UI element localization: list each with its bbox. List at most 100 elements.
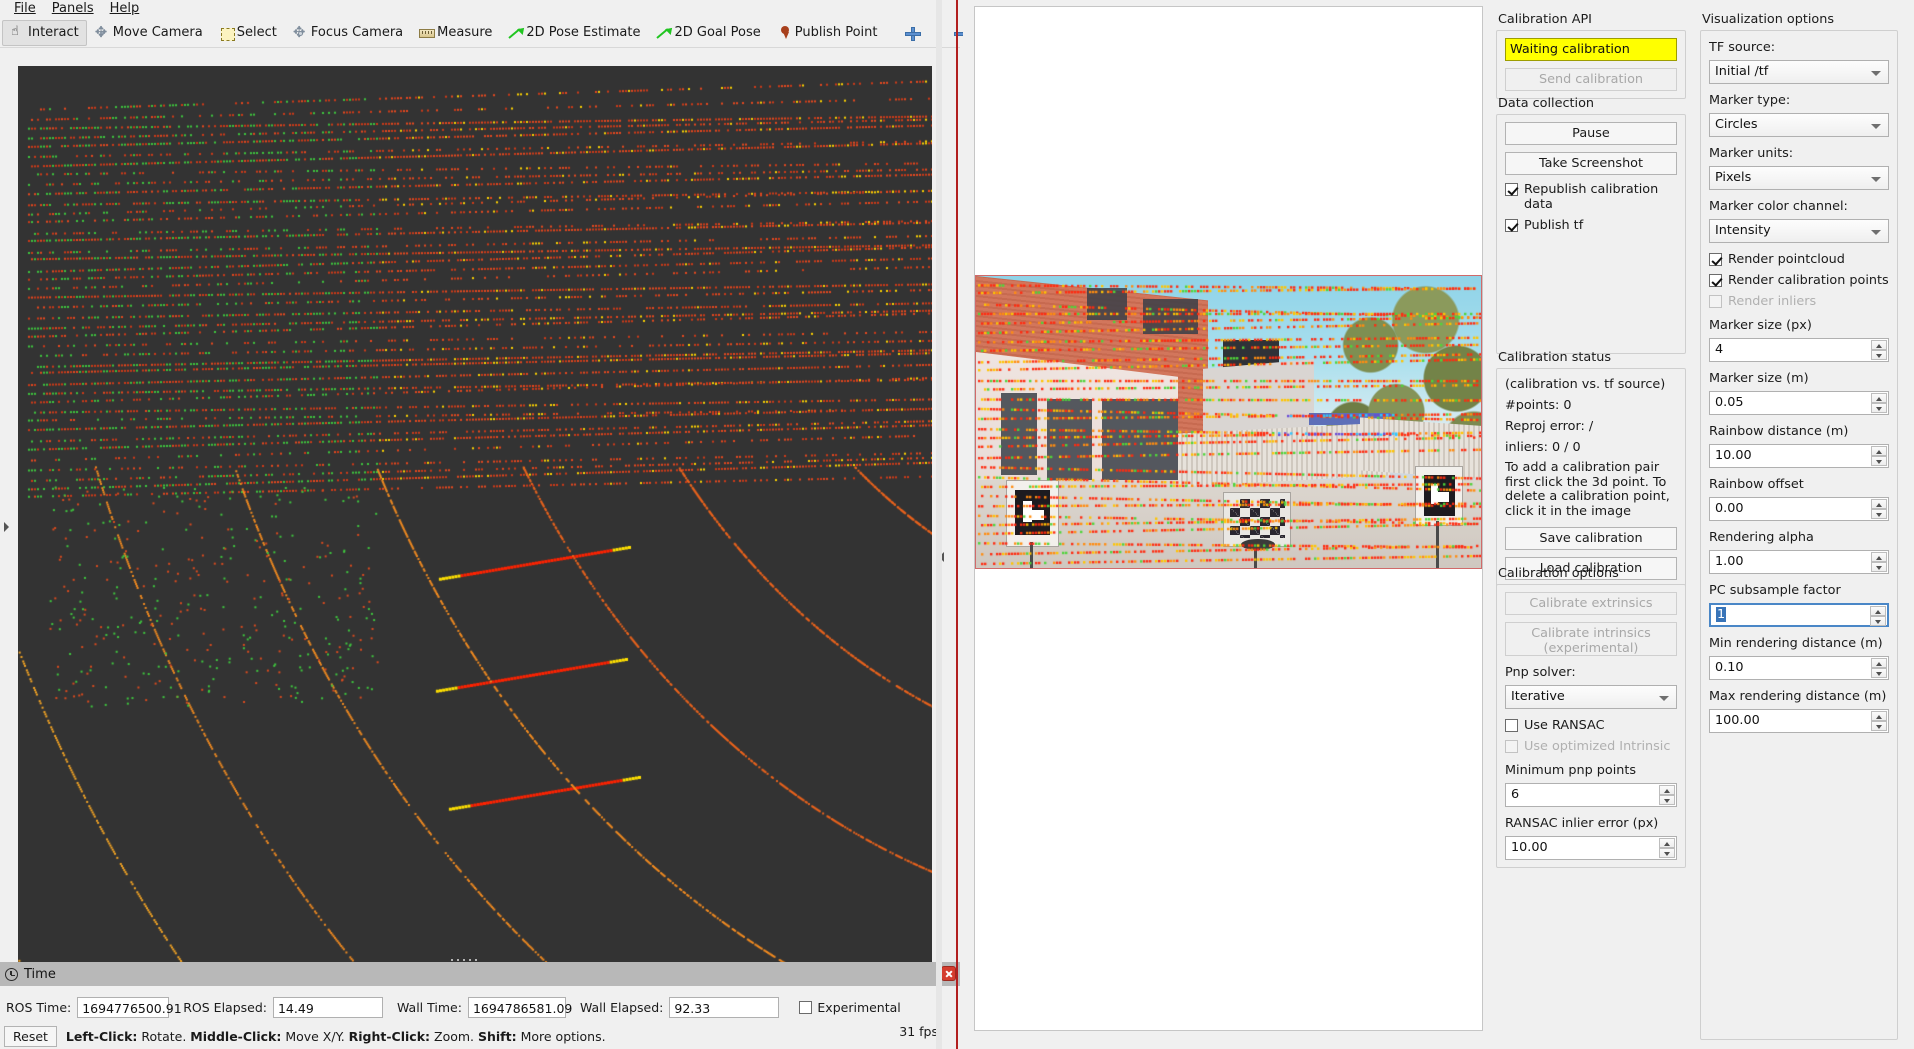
render-pointcloud-label: Render pointcloud [1728,252,1845,267]
visualization-options-group: TF source: Initial /tf Marker type: Circ… [1700,30,1898,1040]
camera-image-with-projected-pointcloud[interactable] [975,275,1482,569]
calibrate-intrinsics-button[interactable]: Calibrate intrinsics (experimental) [1505,622,1677,656]
ros-time-input[interactable]: 1694776500.91 [77,997,169,1018]
render-calibration-points-checkbox[interactable] [1709,274,1722,287]
green-arrow-icon [656,26,671,41]
spinner-buttons[interactable] [1871,340,1887,360]
spinner-up-icon[interactable] [1871,499,1887,509]
spinner-up-icon[interactable] [1870,606,1886,616]
max-rendering-distance-spinbox[interactable]: 100.00 [1709,709,1889,733]
tool-focus-camera[interactable]: Focus Camera [285,20,411,46]
tool-2d-goal-pose[interactable]: 2D Goal Pose [648,20,768,46]
minimum-pnp-points-spinbox[interactable]: 6 [1505,783,1677,807]
close-icon[interactable] [941,966,956,981]
marker-type-select[interactable]: Circles [1709,113,1889,137]
republish-calibration-data-checkbox[interactable] [1505,183,1518,196]
left-panel-collapse-handle[interactable] [2,519,10,537]
min-rendering-distance-spinbox[interactable]: 0.10 [1709,656,1889,680]
menu-panels[interactable]: Panels [44,1,102,17]
spinner-down-icon[interactable] [1659,795,1675,805]
spinner-up-icon[interactable] [1659,838,1675,848]
spinner-down-icon[interactable] [1871,350,1887,360]
rendering-alpha-spinbox[interactable]: 1.00 [1709,550,1889,574]
render-pointcloud-row[interactable]: Render pointcloud [1709,252,1889,267]
menu-file[interactable]: File [6,1,44,17]
pnp-solver-select[interactable]: Iterative [1505,685,1677,709]
spinner-buttons[interactable] [1871,446,1887,466]
left-render-pane [0,49,960,962]
tool-add[interactable] [897,20,928,46]
spinner-up-icon[interactable] [1659,785,1675,795]
marker-size-px-spinbox[interactable]: 4 [1709,338,1889,362]
spinner-up-icon[interactable] [1871,393,1887,403]
hint-left-click-text: Rotate. [137,1029,190,1044]
pc-subsample-factor-spinbox[interactable]: 1 [1709,603,1889,627]
tool-move-camera[interactable]: Move Camera [87,20,211,46]
marker-color-channel-select[interactable]: Intensity [1709,219,1889,243]
image-canvas[interactable] [974,6,1483,1031]
time-dock: Time ROS Time: 1694776500.91 ROS Elapsed… [0,962,960,1049]
take-screenshot-button[interactable]: Take Screenshot [1505,152,1677,175]
experimental-checkbox-row[interactable]: Experimental [799,1000,900,1015]
spinner-buttons[interactable] [1659,785,1675,805]
spinner-up-icon[interactable] [1871,340,1887,350]
tool-publish-point[interactable]: Publish Point [769,20,886,46]
spinner-down-icon[interactable] [1871,456,1887,466]
ros-elapsed-input[interactable]: 14.49 [273,997,383,1018]
spinner-buttons[interactable] [1871,658,1887,678]
wall-time-input[interactable]: 1694786581.09 [468,997,566,1018]
spinner-down-icon[interactable] [1870,616,1886,626]
marker-units-select[interactable]: Pixels [1709,166,1889,190]
republish-calibration-data-row[interactable]: Republish calibration data [1505,182,1677,212]
spinner-down-icon[interactable] [1871,509,1887,519]
spinner-buttons[interactable] [1871,499,1887,519]
publish-tf-row[interactable]: Publish tf [1505,218,1677,233]
tf-source-select[interactable]: Initial /tf [1709,60,1889,84]
spinner-down-icon[interactable] [1871,403,1887,413]
wall-elapsed-input[interactable]: 92.33 [669,997,779,1018]
spinner-buttons[interactable] [1659,838,1675,858]
time-dock-titlebar: Time [0,962,960,986]
render-pointcloud-checkbox[interactable] [1709,253,1722,266]
spinner-down-icon[interactable] [1871,562,1887,572]
spinner-buttons[interactable] [1871,393,1887,413]
spinner-up-icon[interactable] [1871,658,1887,668]
reset-button[interactable]: Reset [4,1026,57,1047]
tool-select[interactable]: Select [211,20,285,46]
spinner-up-icon[interactable] [1871,446,1887,456]
spinner-down-icon[interactable] [1659,848,1675,858]
calibrate-extrinsics-button[interactable]: Calibrate extrinsics [1505,592,1677,615]
spinner-buttons[interactable] [1870,606,1886,626]
use-ransac-checkbox[interactable] [1505,719,1518,732]
min-rendering-distance-value: 0.10 [1715,660,1744,675]
rainbow-distance-spinbox[interactable]: 10.00 [1709,444,1889,468]
tool-interact[interactable]: Interact [2,20,87,46]
menu-help[interactable]: Help [102,1,148,17]
spinner-buttons[interactable] [1871,552,1887,572]
wall-elapsed-label: Wall Elapsed: [580,1000,663,1015]
tool-2d-goal-pose-label: 2D Goal Pose [674,26,760,40]
spinner-up-icon[interactable] [1871,711,1887,721]
save-calibration-button[interactable]: Save calibration [1505,527,1677,550]
tool-measure[interactable]: Measure [411,20,500,46]
vertical-splitter-left[interactable] [936,0,942,1049]
rainbow-offset-spinbox[interactable]: 0.00 [1709,497,1889,521]
experimental-checkbox[interactable] [799,1001,812,1014]
spinner-down-icon[interactable] [1871,721,1887,731]
send-calibration-button[interactable]: Send calibration [1505,68,1677,91]
calibration-options-title: Calibration options [1498,566,1686,581]
marker-size-px-label: Marker size (px) [1709,318,1889,333]
publish-tf-checkbox[interactable] [1505,219,1518,232]
tool-2d-pose-estimate[interactable]: 2D Pose Estimate [500,20,648,46]
spinner-buttons[interactable] [1871,711,1887,731]
lidar-pointcloud-view[interactable] [18,66,932,966]
marker-size-m-spinbox[interactable]: 0.05 [1709,391,1889,415]
reproj-error: Reproj error: / [1505,418,1677,436]
spinner-down-icon[interactable] [1871,668,1887,678]
spinner-up-icon[interactable] [1871,552,1887,562]
use-ransac-row[interactable]: Use RANSAC [1505,718,1677,733]
pause-button[interactable]: Pause [1505,122,1677,145]
render-calibration-points-row[interactable]: Render calibration points [1709,273,1889,288]
minimum-pnp-points-value: 6 [1511,787,1519,802]
ransac-inlier-error-spinbox[interactable]: 10.00 [1505,836,1677,860]
